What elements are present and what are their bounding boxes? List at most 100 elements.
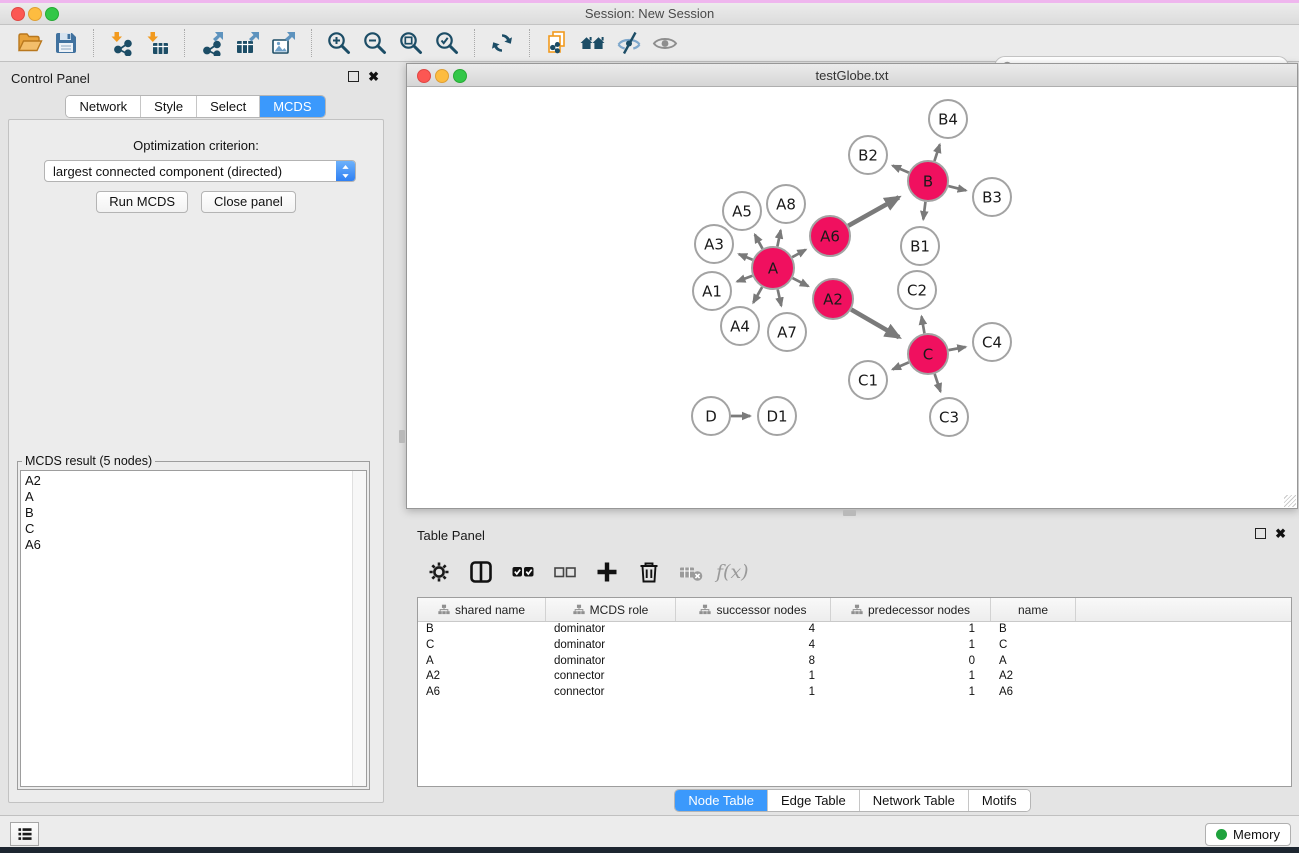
node-A5[interactable]: A5	[723, 192, 761, 230]
table-cell[interactable]: A	[991, 654, 1076, 670]
node-A6[interactable]: A6	[810, 216, 850, 256]
table-cell[interactable]: 1	[831, 638, 991, 654]
column-header-MCDS-role[interactable]: MCDS role	[546, 598, 676, 621]
result-item[interactable]: A	[25, 489, 366, 505]
close-panel-button[interactable]: Close panel	[201, 191, 296, 213]
table-cell[interactable]: dominator	[546, 654, 676, 670]
edge-A-A6[interactable]	[792, 250, 806, 258]
edge-C-C3[interactable]	[935, 374, 941, 392]
table-cell[interactable]: A6	[418, 685, 546, 701]
function-builder-button[interactable]: f(x)	[716, 561, 749, 583]
result-item[interactable]: B	[25, 505, 366, 521]
network-window-titlebar[interactable]: testGlobe.txt	[407, 64, 1297, 87]
table-cell[interactable]: 4	[676, 638, 831, 654]
apply-layout-button[interactable]	[484, 26, 520, 60]
network-from-selection-button[interactable]	[539, 26, 575, 60]
float-panel-icon[interactable]	[348, 71, 359, 82]
table-cell[interactable]: 1	[831, 669, 991, 685]
table-cell[interactable]: 8	[676, 654, 831, 670]
memory-button[interactable]: Memory	[1205, 823, 1291, 846]
node-B1[interactable]: B1	[901, 227, 939, 265]
deselect-all-rows-button[interactable]	[548, 555, 582, 589]
table-tab-motifs[interactable]: Motifs	[969, 790, 1030, 811]
table-settings-button[interactable]	[422, 555, 456, 589]
table-row[interactable]: A6connector11A6	[418, 685, 1291, 701]
edge-A-A2[interactable]	[793, 278, 809, 286]
result-item[interactable]: C	[25, 521, 366, 537]
node-C3[interactable]: C3	[930, 398, 968, 436]
edge-A-A4[interactable]	[753, 287, 762, 303]
table-cell[interactable]: C	[418, 638, 546, 654]
table-tab-edge-table[interactable]: Edge Table	[768, 790, 860, 811]
node-C4[interactable]: C4	[973, 323, 1011, 361]
column-header-successor-nodes[interactable]: successor nodes	[676, 598, 831, 621]
table-cell[interactable]: 1	[676, 685, 831, 701]
edge-A-A7[interactable]	[778, 289, 782, 305]
column-header-shared-name[interactable]: shared name	[418, 598, 546, 621]
node-A[interactable]: A	[752, 247, 794, 289]
edge-B-B2[interactable]	[893, 166, 909, 173]
table-tab-network-table[interactable]: Network Table	[860, 790, 969, 811]
node-B4[interactable]: B4	[929, 100, 967, 138]
import-network-button[interactable]	[103, 26, 139, 60]
table-cell[interactable]: 1	[831, 622, 991, 638]
table-row[interactable]: Cdominator41C	[418, 638, 1291, 654]
network-canvas[interactable]: AA1A2A3A4A5A6A7A8BB1B2B3B4CC1C2C3C4DD1	[407, 87, 1297, 508]
delete-table-button[interactable]	[674, 555, 708, 589]
node-B3[interactable]: B3	[973, 178, 1011, 216]
import-table-button[interactable]	[139, 26, 175, 60]
network-minimize-traffic-light[interactable]	[435, 69, 449, 83]
float-table-panel-icon[interactable]	[1255, 528, 1266, 539]
minimize-traffic-light[interactable]	[28, 7, 42, 21]
open-session-button[interactable]	[12, 26, 48, 60]
edge-A-A5[interactable]	[755, 235, 763, 249]
network-zoom-traffic-light[interactable]	[453, 69, 467, 83]
resize-grip-icon[interactable]	[1284, 495, 1296, 507]
task-history-button[interactable]	[10, 822, 39, 846]
edge-B-B1[interactable]	[923, 202, 925, 220]
node-table[interactable]: shared nameMCDS rolesuccessor nodesprede…	[417, 597, 1292, 787]
zoom-fit-button[interactable]	[393, 26, 429, 60]
show-all-button[interactable]	[647, 26, 683, 60]
edge-A-A1[interactable]	[737, 276, 752, 282]
save-session-button[interactable]	[48, 26, 84, 60]
edge-A2-C[interactable]	[851, 310, 899, 338]
table-row[interactable]: A2connector11A2	[418, 669, 1291, 685]
select-all-rows-button[interactable]	[506, 555, 540, 589]
mcds-result-list[interactable]: A2ABCA6	[20, 470, 367, 787]
zoom-out-button[interactable]	[357, 26, 393, 60]
close-traffic-light[interactable]	[11, 7, 25, 21]
node-D[interactable]: D	[692, 397, 730, 435]
node-C2[interactable]: C2	[898, 271, 936, 309]
control-tab-select[interactable]: Select	[197, 96, 260, 117]
edge-A-A8[interactable]	[777, 230, 780, 246]
table-cell[interactable]: 0	[831, 654, 991, 670]
node-A1[interactable]: A1	[693, 272, 731, 310]
edge-C-C2[interactable]	[922, 316, 925, 333]
table-cell[interactable]: connector	[546, 685, 676, 701]
optimization-criterion-dropdown[interactable]: largest connected component (directed)	[44, 160, 356, 182]
close-table-panel-icon[interactable]: ✖	[1275, 528, 1286, 539]
column-header-predecessor-nodes[interactable]: predecessor nodes	[831, 598, 991, 621]
toggle-panel-layout-button[interactable]	[464, 555, 498, 589]
table-cell[interactable]: connector	[546, 669, 676, 685]
export-network-button[interactable]	[194, 26, 230, 60]
export-image-button[interactable]	[266, 26, 302, 60]
control-tab-network[interactable]: Network	[66, 96, 141, 117]
create-column-button[interactable]	[590, 555, 624, 589]
node-D1[interactable]: D1	[758, 397, 796, 435]
run-mcds-button[interactable]: Run MCDS	[96, 191, 188, 213]
node-A2[interactable]: A2	[813, 279, 853, 319]
table-cell[interactable]: A6	[991, 685, 1076, 701]
edge-A-A3[interactable]	[739, 254, 753, 260]
table-cell[interactable]: 4	[676, 622, 831, 638]
edge-C-C4[interactable]	[949, 347, 966, 350]
edge-B-B4[interactable]	[934, 145, 939, 161]
table-tab-node-table[interactable]: Node Table	[675, 790, 768, 811]
table-cell[interactable]: C	[991, 638, 1076, 654]
table-cell[interactable]: 1	[676, 669, 831, 685]
node-B2[interactable]: B2	[849, 136, 887, 174]
column-header-name[interactable]: name	[991, 598, 1076, 621]
network-close-traffic-light[interactable]	[417, 69, 431, 83]
table-cell[interactable]: B	[418, 622, 546, 638]
